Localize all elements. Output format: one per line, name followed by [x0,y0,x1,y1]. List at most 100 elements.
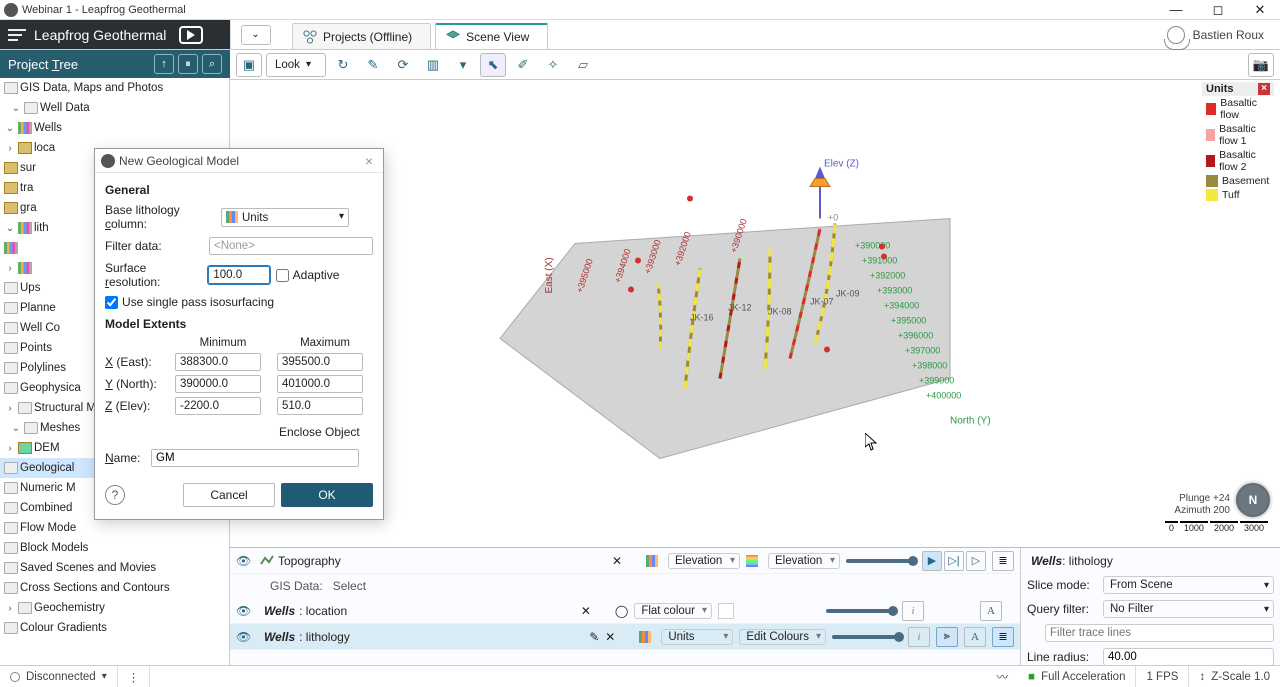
colour-swatch[interactable] [718,603,734,619]
svg-text:+396000: +396000 [898,331,933,341]
tree-item-colgrad[interactable]: Colour Gradients [0,618,229,638]
window-minimize-button[interactable]: — [1164,2,1188,18]
tree-item-cross[interactable]: Cross Sections and Contours [0,578,229,598]
gis-select[interactable]: Select [333,579,387,593]
scene-toolbar: ▣ Look▾ ↻ ✎ ⟳ ▥ ▾ ⬉ ✐ ✧ ▱ 📷 [230,50,1280,80]
user-name: Bastien Roux [1193,28,1264,42]
global-dropdown[interactable]: ⌄ [230,20,280,49]
connection-icon [10,672,20,682]
list-toggle-icon[interactable]: ≣ [992,551,1014,571]
y-max-input[interactable]: 401000.0 [277,375,363,393]
tree-item-saved[interactable]: Saved Scenes and Movies [0,558,229,578]
tree-item-wells[interactable]: ⌄Wells [0,118,229,138]
pen-icon[interactable]: ✎ [360,53,386,77]
colour-ramp-select[interactable]: Elevation [768,553,840,569]
scene-item-wells-location[interactable]: 👁 Wells: location ✕ ◯ Flat colour i A [230,598,1020,624]
tab-scene-view[interactable]: Scene View [435,23,548,49]
tree-item-gis[interactable]: GIS Data, Maps and Photos [0,78,229,98]
z-max-input[interactable]: 510.0 [277,397,363,415]
opacity-slider[interactable] [832,635,902,639]
remove-icon[interactable]: ✕ [581,604,591,618]
filter-data-input[interactable] [209,237,373,255]
remove-icon[interactable]: ✕ [612,554,622,568]
line-radius-input[interactable] [1103,648,1274,666]
remove-icon[interactable]: ✕ [605,630,615,644]
status-chart-icon[interactable]: 〰 [987,666,1019,687]
look-dropdown[interactable]: Look▾ [266,53,326,77]
gis-data-selector[interactable]: GIS Data: Select [230,574,1020,598]
tree-item-well-data[interactable]: ⌄Well Data [0,98,229,118]
tab-projects[interactable]: Projects (Offline) [292,23,431,49]
tree-search-button[interactable]: ⌕ [202,54,222,74]
scene-view-icon [446,30,460,44]
tree-item-blockmod[interactable]: Block Models [0,538,229,558]
window-close-button[interactable]: ✕ [1248,2,1272,18]
slice-mode-select[interactable]: From Scene [1103,576,1274,594]
x-min-input[interactable]: 388300.0 [175,353,261,371]
model-name-input[interactable] [151,449,359,467]
tree-item-flowmod[interactable]: Flow Mode [0,518,229,538]
ruler-icon[interactable]: ✧ [540,53,566,77]
opacity-slider[interactable] [826,609,896,613]
dialog-close-icon[interactable]: × [361,153,377,169]
x-max-input[interactable]: 395500.0 [277,353,363,371]
product-name: Leapfrog Geothermal [32,20,166,49]
measure-icon[interactable]: ✐ [510,53,536,77]
scene-viewport[interactable]: Elev (Z) +0 East (X) +395000 +394000 +39… [230,80,1280,547]
filter-trace-input[interactable] [1045,624,1274,642]
status-menu-icon[interactable]: ⋮ [118,666,151,687]
screenshot-icon[interactable]: 📷 [1248,53,1274,77]
rotate-icon[interactable]: ↻ [330,53,356,77]
reset-view-icon[interactable]: ⟳ [390,53,416,77]
slicer-dropdown-icon[interactable]: ▾ [450,53,476,77]
visibility-icon[interactable]: 👁 [236,604,254,618]
save-scene-icon[interactable]: ▣ [236,53,262,77]
opacity-slider[interactable] [846,559,916,563]
tree-up-button[interactable]: ↑ [154,54,174,74]
help-icon[interactable]: ? [105,485,125,505]
visibility-icon[interactable]: 👁 [236,554,254,568]
step-icon[interactable]: ▷| [944,551,964,571]
loop-icon[interactable]: ▷ [966,551,986,571]
list-toggle-icon[interactable]: ≣ [992,627,1014,647]
scene-item-wells-lithology[interactable]: 👁 Wells: lithology ✎ ✕ Units Edit Colour… [230,624,1020,650]
svg-text:JK-12: JK-12 [728,303,752,313]
colour-mode-select[interactable]: Flat colour [634,603,712,619]
play-icon[interactable]: ▶ [922,551,942,571]
scene-items-panel: 👁 Topography ✕ Elevation Elevation ▶ ▷| [230,547,1280,665]
window-restore-button[interactable]: ◻ [1206,2,1230,18]
enclose-object-select[interactable]: Enclose Object [279,425,373,439]
tree-item-geochem[interactable]: ›Geochemistry [0,598,229,618]
tree-pause-button[interactable]: ⏸ [178,54,198,74]
info-toggle-icon[interactable]: i [908,627,930,647]
select-tool-icon[interactable]: ⬉ [480,53,506,77]
z-min-input[interactable]: -2200.0 [175,397,261,415]
colour-mode-select[interactable]: Elevation [668,553,740,569]
user-menu[interactable]: Bastien Roux [1167,20,1280,49]
z-scale-control[interactable]: ↕Z-Scale 1.0 [1189,666,1280,687]
edit-icon[interactable]: ✎ [589,630,599,644]
adaptive-checkbox[interactable]: Adaptive [276,268,373,282]
colour-mode-select[interactable]: Units [661,629,733,645]
edit-colours-button[interactable]: Edit Colours [739,629,826,645]
legend-close-icon[interactable]: × [1258,83,1270,95]
ok-button[interactable]: OK [281,483,373,507]
cancel-button[interactable]: Cancel [183,483,275,507]
single-pass-checkbox[interactable]: Use single pass isosurfacing [105,295,373,309]
label-toggle-icon[interactable]: A [964,627,986,647]
visibility-icon[interactable]: 👁 [236,630,254,644]
scale-bar: 0 1000 2000 3000 [1163,519,1270,535]
eraser-icon[interactable]: ▱ [570,53,596,77]
query-filter-select[interactable]: No Filter [1103,600,1274,618]
base-lithology-select[interactable]: Units [221,208,349,227]
compass-icon[interactable]: N [1236,483,1270,517]
filter-toggle-icon[interactable]: ⫸ [936,627,958,647]
surface-resolution-input[interactable]: 100.0 [208,266,269,284]
info-toggle-icon[interactable]: i [902,601,924,621]
play-button[interactable] [166,20,216,49]
scene-item-topography[interactable]: 👁 Topography ✕ Elevation Elevation ▶ ▷| [230,548,1020,574]
slicer-icon[interactable]: ▥ [420,53,446,77]
main-menu-button[interactable] [0,20,32,49]
label-toggle-icon[interactable]: A [980,601,1002,621]
y-min-input[interactable]: 390000.0 [175,375,261,393]
